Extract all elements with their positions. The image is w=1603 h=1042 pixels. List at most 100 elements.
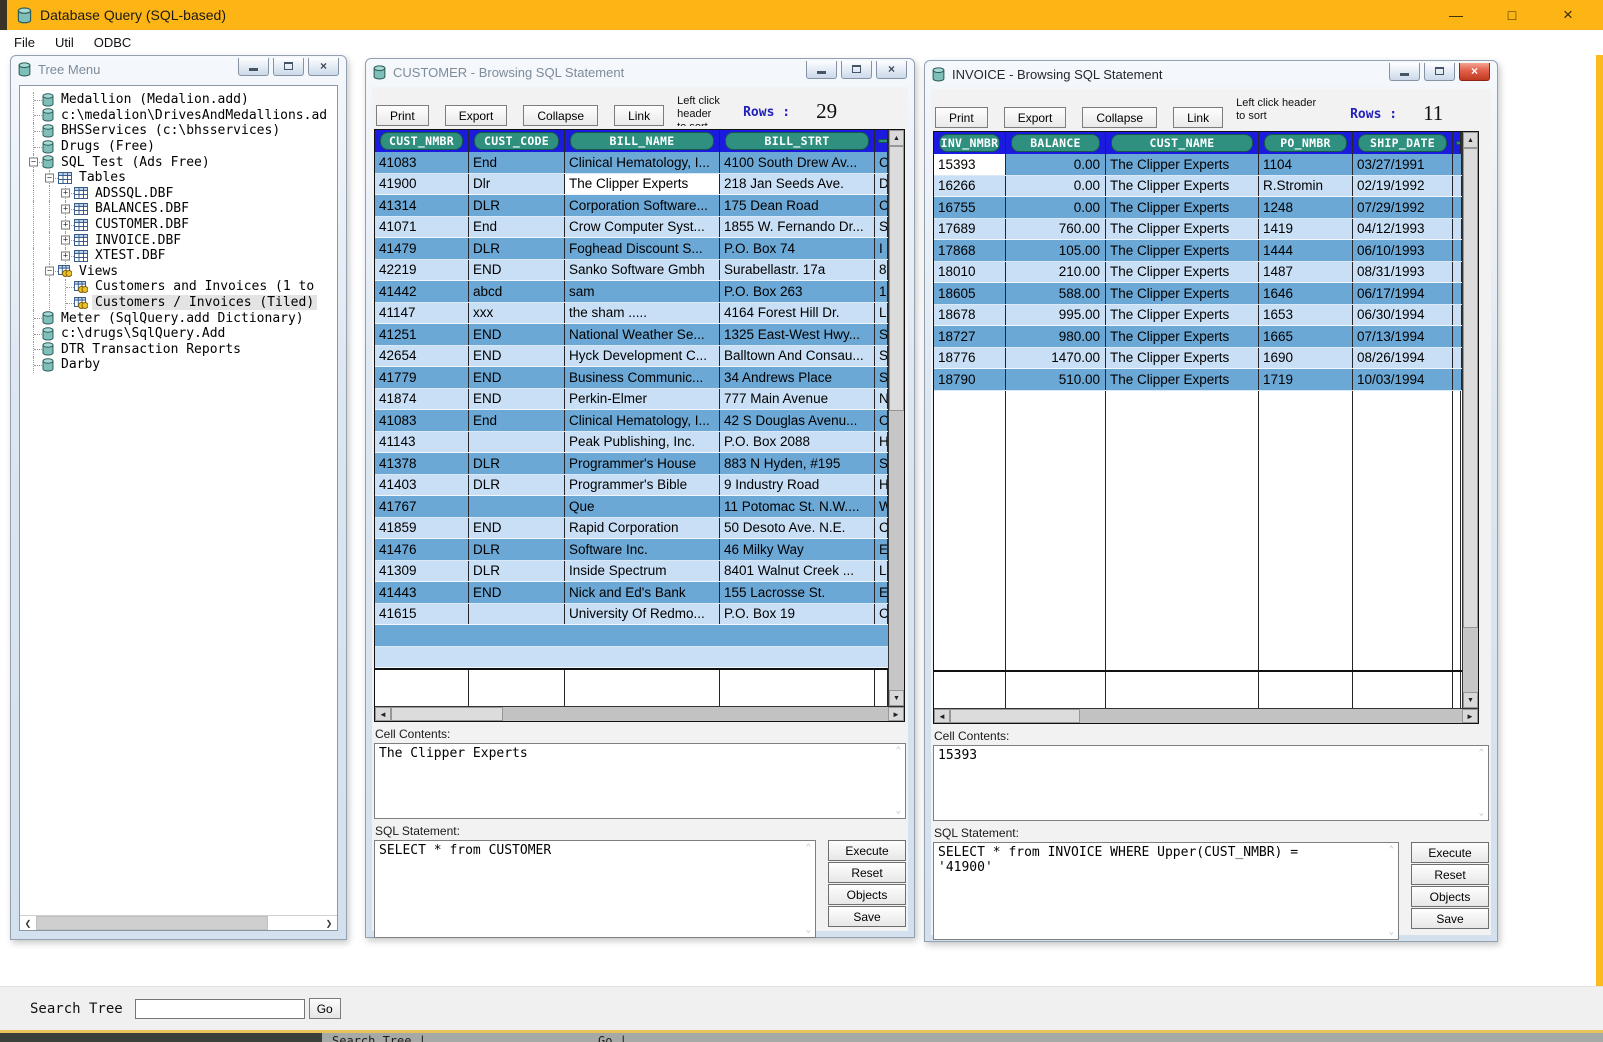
grid-cell[interactable]: 16755 [934, 197, 1006, 218]
link-button[interactable]: Link [1173, 107, 1223, 128]
tree-item[interactable]: Customers and Invoices (1 to [26, 279, 337, 295]
grid-cell[interactable]: Inside Spectrum [565, 561, 720, 582]
grid-cell[interactable]: 02/19/1992 [1353, 176, 1453, 197]
scroll-up-icon[interactable]: ▲ [889, 130, 904, 146]
grid-cell[interactable]: 41378 [375, 453, 469, 474]
grid-cell[interactable]: 07/13/1994 [1353, 326, 1453, 347]
tree-expand-toggle[interactable]: − [45, 173, 54, 182]
grid-cell[interactable]: 41443 [375, 582, 469, 603]
grid-cell[interactable]: Software Inc. [565, 539, 720, 560]
grid-cell[interactable]: xxx [469, 303, 565, 324]
grid-cell[interactable]: 42 S Douglas Avenu... [720, 410, 875, 431]
chevron-up-icon[interactable]: ⌃ [896, 746, 901, 756]
grid-cell[interactable]: 175 Dean Road [720, 195, 875, 216]
grid-cell[interactable]: 1855 W. Fernando Dr... [720, 217, 875, 238]
column-header[interactable]: PO_NMBR [1259, 132, 1353, 154]
grid-cell[interactable]: The Clipper Experts [1106, 176, 1259, 197]
grid-cell[interactable]: 06/30/1994 [1353, 305, 1453, 326]
tree-item[interactable]: c:\drugs\SqlQuery.Add [26, 326, 337, 342]
grid-cell[interactable]: abcd [469, 281, 565, 302]
scroll-right-icon[interactable]: ► [1462, 709, 1478, 723]
grid-cell[interactable]: 588.00 [1006, 283, 1106, 304]
grid-cell[interactable]: 9 Industry Road [720, 475, 875, 496]
grid-cell[interactable]: The Clipper Experts [1106, 369, 1259, 390]
invoice-sql-input[interactable]: SELECT * from INVOICE WHERE Upper(CUST_N… [933, 842, 1399, 940]
grid-cell[interactable]: National Weather Se... [565, 324, 720, 345]
invoice-vertical-scrollbar[interactable]: ▲ ▼ [1462, 132, 1478, 708]
grid-cell[interactable]: 41615 [375, 604, 469, 625]
customer-cell-contents-box[interactable]: The Clipper Experts⌃⌄ [374, 743, 906, 819]
grid-cell[interactable]: University Of Redmo... [565, 604, 720, 625]
grid-cell[interactable]: Clinical Hematology, I... [565, 152, 720, 173]
chevron-up-icon[interactable]: ⌃ [806, 843, 811, 853]
save-button[interactable]: Save [828, 906, 906, 927]
grid-cell[interactable]: 18790 [934, 369, 1006, 390]
reset-button[interactable]: Reset [828, 862, 906, 883]
tree-expand-toggle[interactable]: + [61, 220, 70, 229]
grid-cell[interactable]: 1444 [1259, 240, 1353, 261]
grid-cell[interactable]: 41083 [375, 152, 469, 173]
grid-cell[interactable]: 1325 East-West Hwy... [720, 324, 875, 345]
grid-cell[interactable]: DLR [469, 475, 565, 496]
reset-button[interactable]: Reset [1411, 864, 1489, 885]
chevron-down-icon[interactable]: ⌄ [1389, 927, 1394, 937]
column-header[interactable]: BALANCE [1006, 132, 1106, 154]
grid-cell[interactable]: Programmer's House [565, 453, 720, 474]
maximize-icon[interactable] [841, 61, 872, 79]
grid-cell[interactable]: 06/17/1994 [1353, 283, 1453, 304]
grid-cell[interactable]: 41147 [375, 303, 469, 324]
scrollbar-thumb[interactable] [889, 146, 904, 411]
grid-cell[interactable]: The Clipper Experts [1106, 240, 1259, 261]
tree-item[interactable]: Customers / Invoices (Tiled) [26, 295, 337, 311]
grid-cell[interactable]: 10/03/1994 [1353, 369, 1453, 390]
app-close-icon[interactable]: × [1555, 5, 1581, 25]
column-header[interactable]: BILL_NAME [565, 130, 720, 152]
collapse-button[interactable]: Collapse [1082, 107, 1157, 128]
grid-cell[interactable]: 11 Potomac St. N.W.... [720, 496, 875, 517]
grid-cell[interactable]: 41251 [375, 324, 469, 345]
grid-cell[interactable]: 41476 [375, 539, 469, 560]
grid-cell[interactable]: END [469, 346, 565, 367]
tree-item[interactable]: BHSServices (c:\bhsservices) [26, 123, 337, 139]
objects-button[interactable]: Objects [828, 884, 906, 905]
link-button[interactable]: Link [614, 105, 664, 126]
grid-cell[interactable]: Dlr [469, 174, 565, 195]
grid-cell[interactable]: 34 Andrews Place [720, 367, 875, 388]
grid-cell[interactable]: Nick and Ed's Bank [565, 582, 720, 603]
tree-expand-toggle[interactable]: + [61, 236, 70, 245]
tree-item[interactable]: +CUSTOMER.DBF [26, 217, 337, 233]
grid-cell[interactable]: 1248 [1259, 197, 1353, 218]
grid-cell[interactable]: 50 Desoto Ave. N.E. [720, 518, 875, 539]
grid-cell[interactable] [469, 496, 565, 517]
grid-cell[interactable]: 46 Milky Way [720, 539, 875, 560]
grid-cell[interactable]: Programmer's Bible [565, 475, 720, 496]
grid-cell[interactable]: END [469, 389, 565, 410]
scroll-left-icon[interactable]: ◄ [375, 707, 391, 721]
grid-cell[interactable]: Surabellastr. 17a [720, 260, 875, 281]
grid-cell[interactable]: 1646 [1259, 283, 1353, 304]
grid-cell[interactable]: 42654 [375, 346, 469, 367]
invoice-horizontal-scrollbar[interactable]: ◄ ► [934, 708, 1478, 723]
grid-cell[interactable]: Rapid Corporation [565, 518, 720, 539]
execute-button[interactable]: Execute [1411, 842, 1489, 863]
customer-window-titlebar[interactable]: CUSTOMER - Browsing SQL Statement × [366, 59, 914, 86]
grid-cell[interactable]: P.O. Box 74 [720, 238, 875, 259]
tree-item[interactable]: c:\medalion\DrivesAndMedallions.ad [26, 108, 337, 124]
grid-cell[interactable]: The Clipper Experts [1106, 283, 1259, 304]
grid-cell[interactable]: DLR [469, 238, 565, 259]
objects-button[interactable]: Objects [1411, 886, 1489, 907]
chevron-down-icon[interactable]: ⌄ [896, 806, 901, 816]
grid-cell[interactable]: END [469, 260, 565, 281]
grid-cell[interactable]: The Clipper Experts [1106, 197, 1259, 218]
grid-cell[interactable]: 1487 [1259, 262, 1353, 283]
export-button[interactable]: Export [445, 105, 508, 126]
grid-cell[interactable]: The Clipper Experts [1106, 219, 1259, 240]
scroll-right-icon[interactable]: ► [888, 707, 904, 721]
scroll-left-icon[interactable]: ◄ [934, 709, 950, 723]
grid-cell[interactable]: 41874 [375, 389, 469, 410]
minimize-icon[interactable] [806, 61, 837, 79]
grid-cell[interactable]: 1653 [1259, 305, 1353, 326]
grid-cell[interactable]: DLR [469, 453, 565, 474]
grid-cell[interactable]: Sanko Software Gmbh [565, 260, 720, 281]
grid-cell[interactable]: Hyck Development C... [565, 346, 720, 367]
